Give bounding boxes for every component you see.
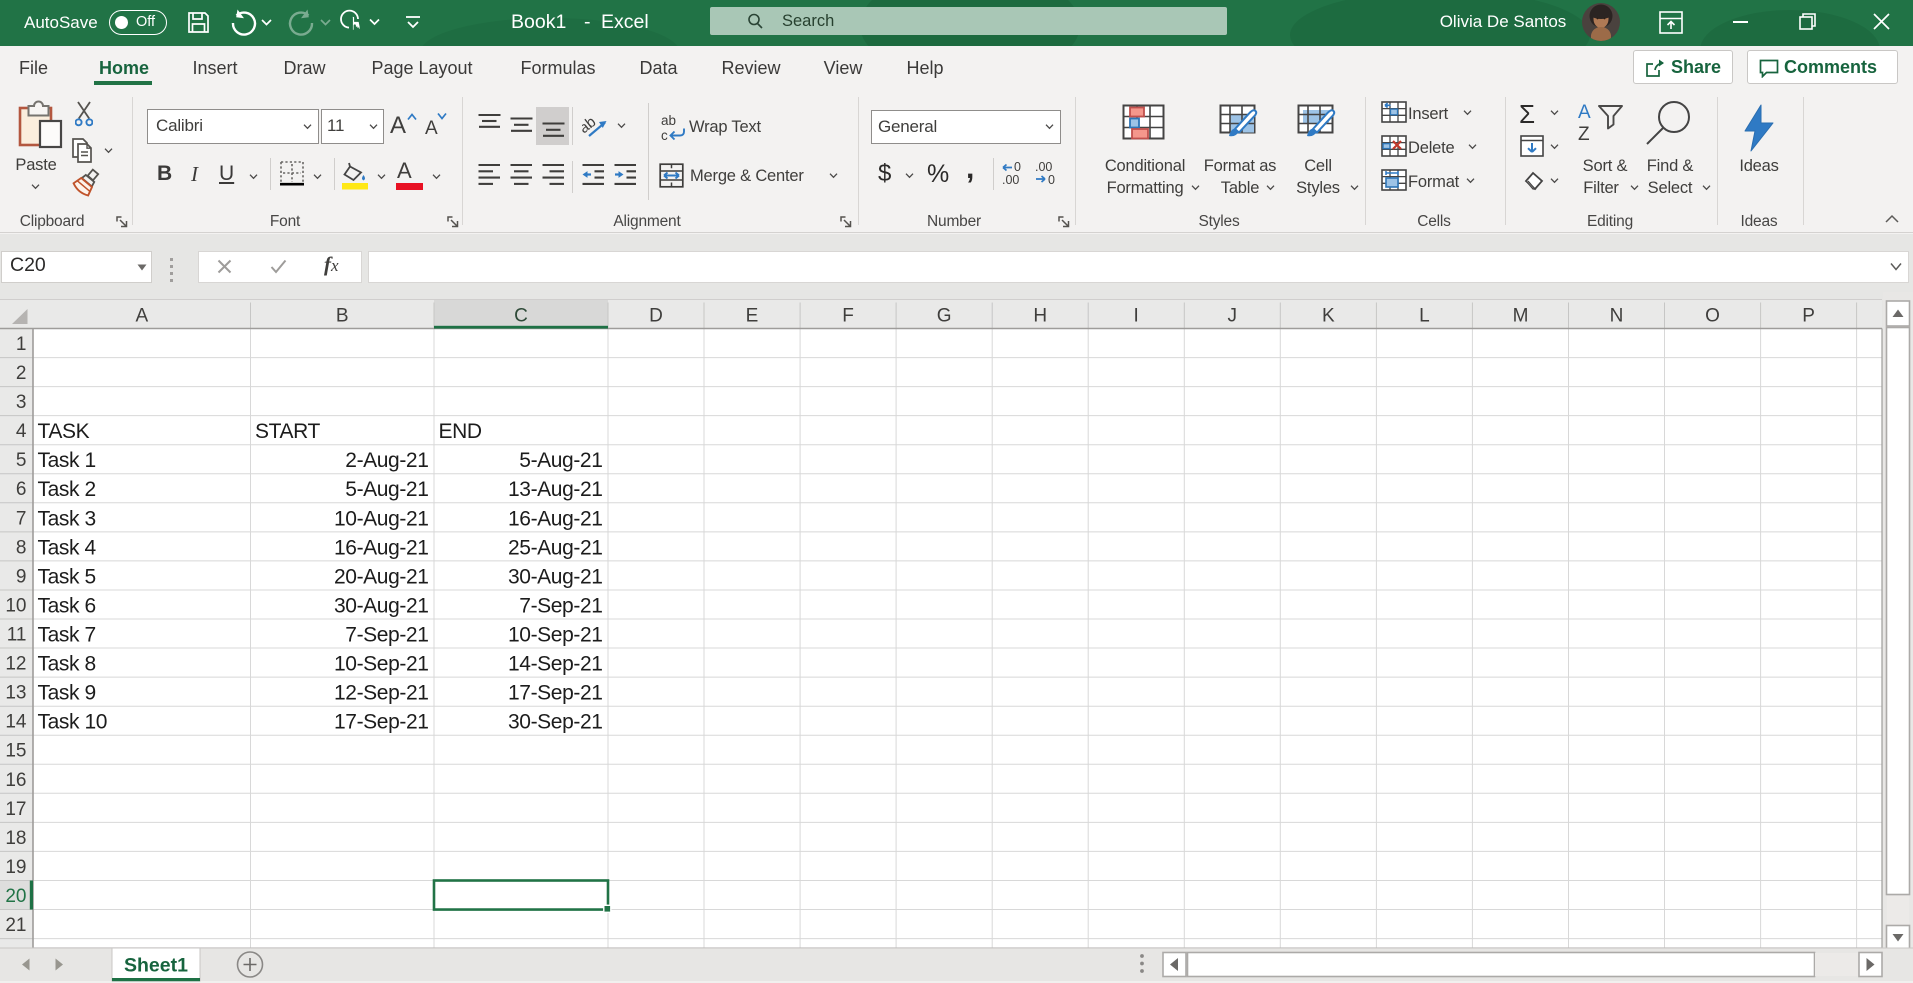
svg-text:N: N [1610, 306, 1624, 327]
svg-text:10-Sep-21: 10-Sep-21 [334, 653, 428, 676]
svg-text:13: 13 [5, 683, 26, 704]
svg-text:14-Sep-21: 14-Sep-21 [508, 653, 602, 676]
svg-text:F: F [842, 306, 854, 327]
svg-text:25-Aug-21: 25-Aug-21 [508, 536, 602, 559]
svg-text:C: C [514, 306, 528, 327]
svg-text:Task 2: Task 2 [38, 478, 96, 501]
svg-text:17: 17 [5, 799, 26, 820]
svg-text:Task 9: Task 9 [38, 682, 96, 705]
svg-text:A: A [135, 306, 148, 327]
svg-text:30-Aug-21: 30-Aug-21 [508, 565, 602, 588]
svg-text:8: 8 [16, 537, 27, 558]
svg-text:10: 10 [5, 596, 26, 617]
svg-text:Task 10: Task 10 [38, 711, 108, 734]
svg-text:P: P [1802, 306, 1815, 327]
svg-text:I: I [1134, 306, 1139, 327]
svg-text:14: 14 [5, 712, 27, 733]
svg-text:7: 7 [16, 508, 27, 529]
svg-text:9: 9 [16, 566, 27, 587]
svg-text:1: 1 [16, 334, 27, 355]
svg-text:15: 15 [5, 741, 26, 762]
svg-text:6: 6 [16, 479, 27, 500]
svg-text:O: O [1705, 306, 1720, 327]
svg-text:4: 4 [16, 421, 27, 442]
svg-text:Task 4: Task 4 [38, 536, 97, 559]
svg-text:K: K [1322, 306, 1335, 327]
svg-text:7-Sep-21: 7-Sep-21 [519, 595, 602, 618]
svg-text:2-Aug-21: 2-Aug-21 [345, 449, 428, 472]
svg-text:M: M [1513, 306, 1529, 327]
svg-text:Task 8: Task 8 [38, 653, 96, 676]
svg-text:16-Aug-21: 16-Aug-21 [334, 536, 428, 559]
svg-text:10-Aug-21: 10-Aug-21 [334, 507, 428, 530]
svg-text:TASK: TASK [38, 420, 90, 443]
svg-text:16: 16 [5, 770, 26, 791]
svg-text:19: 19 [5, 857, 26, 878]
svg-text:G: G [937, 306, 952, 327]
svg-text:20-Aug-21: 20-Aug-21 [334, 565, 428, 588]
svg-text:30-Aug-21: 30-Aug-21 [334, 595, 428, 618]
svg-text:12-Sep-21: 12-Sep-21 [334, 682, 428, 705]
svg-text:Task 6: Task 6 [38, 595, 96, 618]
svg-text:2: 2 [16, 363, 27, 384]
svg-text:B: B [336, 306, 349, 327]
svg-text:7-Sep-21: 7-Sep-21 [345, 624, 428, 647]
svg-text:21: 21 [5, 915, 26, 936]
svg-text:Task 5: Task 5 [38, 565, 96, 588]
svg-text:END: END [439, 420, 482, 443]
svg-text:17-Sep-21: 17-Sep-21 [508, 682, 602, 705]
svg-text:Task 7: Task 7 [38, 624, 96, 647]
svg-text:13-Aug-21: 13-Aug-21 [508, 478, 602, 501]
svg-text:E: E [746, 306, 759, 327]
svg-text:11: 11 [7, 625, 27, 646]
svg-text:H: H [1033, 306, 1047, 327]
svg-text:Task 1: Task 1 [38, 449, 96, 472]
svg-text:L: L [1419, 306, 1430, 327]
svg-text:20: 20 [5, 886, 26, 907]
svg-text:30-Sep-21: 30-Sep-21 [508, 711, 602, 734]
svg-text:3: 3 [16, 392, 27, 413]
svg-text:5-Aug-21: 5-Aug-21 [345, 478, 428, 501]
svg-text:Sheet1: Sheet1 [124, 955, 188, 977]
svg-text:18: 18 [5, 828, 26, 849]
svg-text:17-Sep-21: 17-Sep-21 [334, 711, 428, 734]
svg-text:Task 3: Task 3 [38, 507, 96, 530]
svg-text:16-Aug-21: 16-Aug-21 [508, 507, 602, 530]
svg-text:D: D [649, 306, 663, 327]
svg-text:12: 12 [5, 654, 26, 675]
svg-text:5: 5 [16, 450, 27, 471]
svg-text:5-Aug-21: 5-Aug-21 [519, 449, 602, 472]
svg-text:J: J [1228, 306, 1238, 327]
svg-text:10-Sep-21: 10-Sep-21 [508, 624, 602, 647]
svg-text:START: START [255, 420, 320, 443]
